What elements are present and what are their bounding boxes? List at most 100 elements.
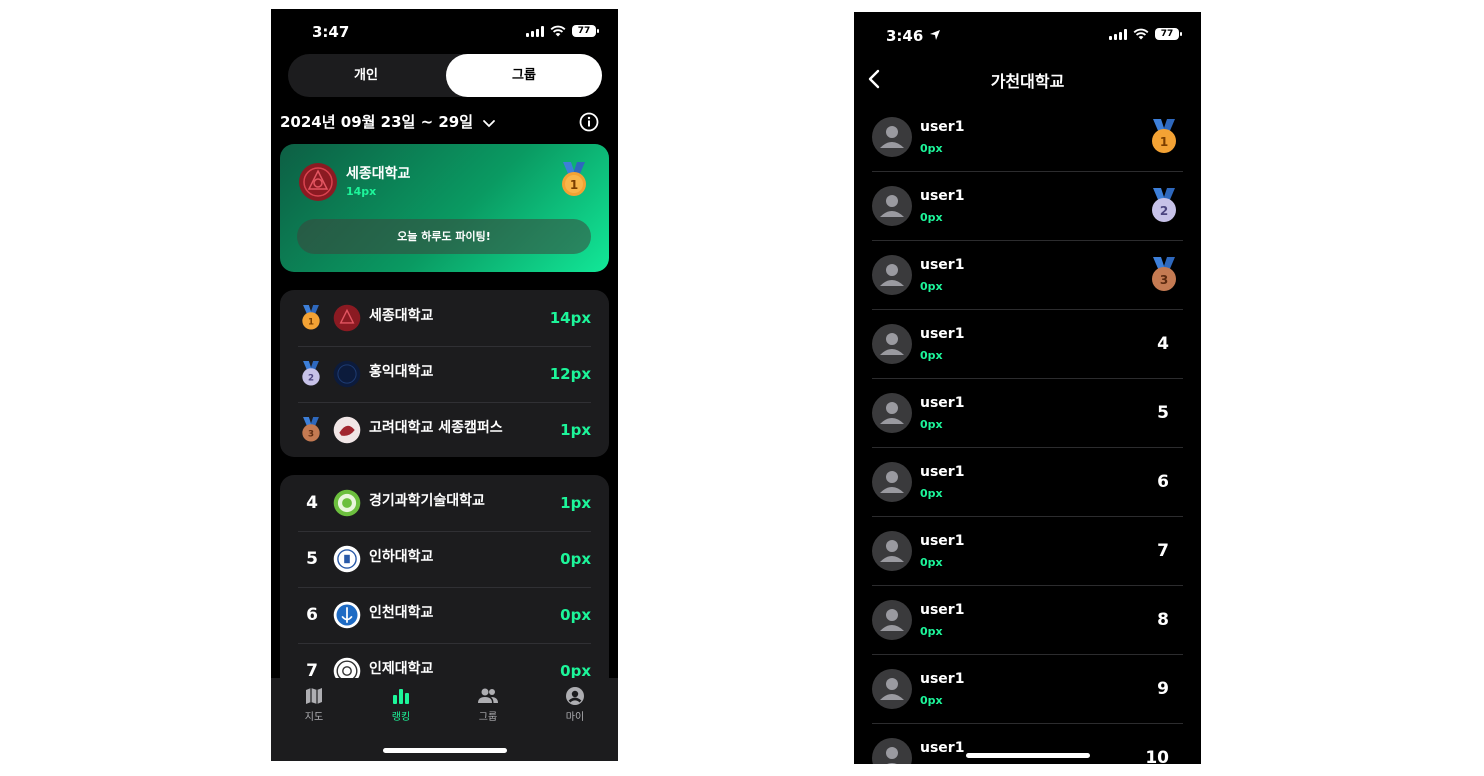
status-time: 3:46 (886, 27, 941, 45)
list-item[interactable]: 6 인천대학교 0px (298, 587, 591, 644)
gold-medal-icon: 1 (1152, 119, 1176, 153)
group-px: 0px (560, 550, 591, 568)
user-px: 0px (920, 694, 943, 707)
ranking-type-segment: 개인 그룹 (288, 54, 602, 97)
avatar (872, 531, 912, 571)
avatar (872, 117, 912, 157)
user-name: user1 (920, 533, 965, 549)
svg-text:2: 2 (308, 374, 314, 384)
user-px: 0px (920, 142, 943, 155)
battery-icon: 77 (1155, 28, 1182, 40)
chevron-down-icon (483, 119, 496, 127)
tab-individual[interactable]: 개인 (288, 54, 444, 97)
date-range: 2024년 09월 23일 ~ 29일 (280, 113, 474, 131)
sejong-logo-icon (333, 304, 361, 332)
rank-number: 8 (1157, 610, 1169, 630)
seoultech-logo-icon (333, 489, 361, 517)
my-group-name: 세종대학교 (346, 166, 411, 182)
group-px: 0px (560, 606, 591, 624)
tab-group[interactable]: 그룹 (446, 54, 602, 97)
avatar (872, 462, 912, 502)
svg-text:2: 2 (1160, 204, 1168, 218)
svg-text:3: 3 (308, 430, 314, 440)
tab-ranking[interactable]: 랭킹 (371, 686, 431, 723)
table-row[interactable]: user1 0px 3 (872, 241, 1183, 310)
avatar (872, 669, 912, 709)
list-item[interactable]: 2 홍익대학교 12px (298, 346, 591, 403)
rank-number: 10 (1145, 748, 1169, 764)
list-item[interactable]: 1 세종대학교 14px (298, 290, 591, 347)
group-icon (478, 688, 498, 703)
tab-label: 랭킹 (391, 712, 411, 723)
battery-icon: 77 (572, 25, 599, 37)
signal-icon (526, 25, 544, 37)
table-row[interactable]: user1 0px 4 (872, 310, 1183, 379)
location-arrow-icon (929, 30, 940, 40)
table-row[interactable]: user1 0px 1 (872, 103, 1183, 172)
signal-icon (1109, 28, 1127, 40)
tab-my[interactable]: 마이 (545, 686, 605, 723)
table-row[interactable]: user1 0px 10 (872, 724, 1183, 764)
status-time: 3:47 (312, 23, 350, 41)
group-px: 1px (560, 494, 591, 512)
avatar (872, 393, 912, 433)
user-px: 0px (920, 625, 943, 638)
list-item[interactable]: 3 고려대학교 세종캠퍼스 1px (298, 402, 591, 458)
user-name: user1 (920, 119, 965, 135)
map-icon (306, 688, 322, 704)
bronze-medal-icon: 3 (1152, 257, 1176, 291)
group-px: 14px (549, 309, 591, 327)
profile-icon (566, 687, 584, 705)
group-name: 경기과학기술대학교 (369, 493, 485, 509)
svg-text:1: 1 (570, 178, 578, 192)
ranking-icon (393, 689, 409, 704)
svg-text:1: 1 (1160, 135, 1168, 149)
avatar (872, 255, 912, 295)
tab-map[interactable]: 지도 (284, 686, 344, 723)
rank-number: 7 (1157, 541, 1169, 561)
user-name: user1 (920, 464, 965, 480)
avatar (872, 600, 912, 640)
incheon-logo-icon (333, 601, 361, 629)
status-bar: 3:46 77 (854, 12, 1201, 58)
avatar (872, 738, 912, 764)
user-px: 0px (920, 349, 943, 362)
my-group-px: 14px (346, 185, 377, 198)
korea-univ-logo-icon (333, 416, 361, 444)
info-icon[interactable] (578, 111, 600, 133)
user-name: user1 (920, 395, 965, 411)
tab-label: 지도 (304, 712, 324, 723)
rank-number: 9 (1157, 679, 1169, 699)
group-px: 12px (549, 365, 591, 383)
avatar (872, 186, 912, 226)
user-px: 0px (920, 418, 943, 431)
list-item[interactable]: 4 경기과학기술대학교 1px (298, 475, 591, 532)
user-name: user1 (920, 671, 965, 687)
date-range-selector[interactable]: 2024년 09월 23일 ~ 29일 (280, 111, 600, 135)
table-row[interactable]: user1 0px 8 (872, 586, 1183, 655)
group-name: 홍익대학교 (369, 364, 434, 380)
group-name: 인천대학교 (369, 605, 434, 621)
cheer-button[interactable]: 오늘 하루도 파이팅! (297, 219, 591, 254)
list-item[interactable]: 5 인하대학교 0px (298, 531, 591, 588)
gold-medal-icon: 1 (562, 162, 586, 196)
sejong-logo-icon (299, 163, 337, 201)
home-indicator (383, 748, 507, 753)
table-row[interactable]: user1 0px 6 (872, 448, 1183, 517)
tab-label: 마이 (565, 712, 585, 723)
svg-text:1: 1 (308, 318, 314, 328)
table-row[interactable]: user1 0px 5 (872, 379, 1183, 448)
table-row[interactable]: user1 0px 2 (872, 172, 1183, 241)
hongik-logo-icon (333, 360, 361, 388)
group-name: 고려대학교 세종캠퍼스 (369, 420, 503, 436)
table-row[interactable]: user1 0px 9 (872, 655, 1183, 724)
user-name: user1 (920, 326, 965, 342)
rank-number: 4 (1157, 334, 1169, 354)
rank-number: 6 (306, 605, 318, 625)
tab-group-nav[interactable]: 그룹 (458, 686, 518, 723)
wifi-icon (550, 25, 566, 37)
silver-medal-icon: 2 (302, 361, 320, 386)
rank-number: 5 (1157, 403, 1169, 423)
user-px: 0px (920, 280, 943, 293)
table-row[interactable]: user1 0px 7 (872, 517, 1183, 586)
